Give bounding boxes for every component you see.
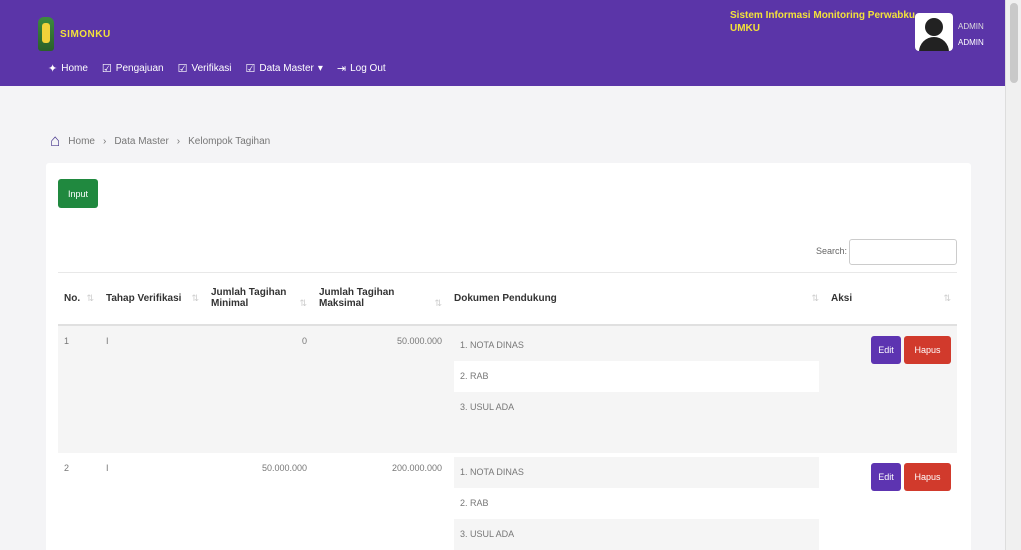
cell-no: 1: [58, 324, 100, 453]
list-item: 1. NOTA DINAS: [454, 456, 819, 488]
avatar[interactable]: [915, 13, 953, 51]
sort-icon: ⇅: [299, 298, 307, 309]
list-item: 1. NOTA DINAS: [460, 339, 524, 350]
checklist-icon: ☑: [101, 63, 112, 75]
delete-button[interactable]: Hapus: [904, 335, 951, 364]
table-header-row: No. ⇅ Tahap Verifikasi ⇅ Jumlah Tagihan Mi…: [58, 272, 957, 326]
nav-logout-label: Log Out: [350, 63, 386, 74]
sort-icon: ⇅: [86, 292, 94, 303]
nav-data-master-label: Data Master: [259, 63, 314, 74]
nav-home-label: Home: [61, 63, 88, 74]
search-label: Search:: [816, 246, 848, 256]
sort-icon: ⇅: [434, 298, 442, 309]
cell-actions: Edit Hapus: [825, 453, 957, 550]
system-title: Sistem Informasi Monitoring Perwabku UMK…: [730, 10, 916, 34]
scrollbar[interactable]: [1005, 0, 1021, 550]
column-header-max[interactable]: Jumlah Tagihan Maksimal ⇅: [313, 272, 448, 326]
main-nav: ✦ Home ☑ Pengajuan ☑ Verifikasi ☑ Data M…: [48, 62, 386, 75]
input-button[interactable]: Input: [58, 179, 98, 208]
chevron-right-icon: ›: [176, 135, 181, 147]
breadcrumb-home[interactable]: Home: [68, 136, 95, 147]
sort-icon: ⇅: [943, 292, 951, 303]
document-list: 1. NOTA DINAS 2. RAB 3. USUL ADA: [454, 330, 819, 423]
cell-max: 200.000.000: [391, 462, 442, 473]
chevron-right-icon: ›: [102, 135, 107, 147]
nav-home[interactable]: ✦ Home: [48, 62, 88, 75]
scrollbar-thumb[interactable]: [1010, 3, 1018, 83]
breadcrumb: ⌂ Home › Data Master › Kelompok Tagihan: [50, 131, 270, 151]
edit-button[interactable]: Edit: [871, 335, 901, 364]
table-row: 2 I 50.000.000 200.000.000 1. NOTA DINAS…: [58, 453, 957, 550]
cell-tahap: I: [106, 462, 109, 473]
column-header-dokumen[interactable]: Dokumen Pendukung ⇅: [448, 272, 825, 326]
home-icon: ✦: [48, 63, 58, 75]
user-role: ADMIN: [958, 38, 984, 47]
list-item: 3. USUL ADA: [460, 401, 515, 412]
logo[interactable]: SIMONKU: [38, 17, 111, 51]
checklist-icon: ☑: [245, 63, 256, 75]
column-header-min[interactable]: Jumlah Tagihan Minimal ⇅: [205, 272, 313, 326]
search-input[interactable]: [849, 239, 957, 265]
nav-pengajuan[interactable]: ☑ Pengajuan: [102, 62, 164, 75]
nav-data-master[interactable]: ☑ Data Master ▾: [246, 62, 323, 75]
cell-tahap: I: [100, 324, 205, 453]
column-header-aksi[interactable]: Aksi ⇅: [825, 272, 957, 326]
cell-no: 2: [64, 462, 70, 473]
sort-icon: ⇅: [811, 292, 819, 303]
logout-icon: ⇥: [336, 63, 347, 75]
nav-logout[interactable]: ⇥ Log Out: [337, 62, 386, 75]
nav-verifikasi[interactable]: ☑ Verifikasi: [178, 62, 232, 75]
list-item: 2. RAB: [454, 360, 819, 392]
logo-icon: [38, 17, 54, 51]
sort-icon: ⇅: [191, 292, 199, 303]
list-item: 2. RAB: [460, 497, 489, 508]
nav-verifikasi-label: Verifikasi: [191, 63, 232, 74]
content-card: Input Search: No. ⇅ Tahap Verifikasi ⇅ Jum…: [46, 163, 971, 550]
user-name: ADMIN: [958, 22, 984, 31]
caret-down-icon: ▾: [317, 63, 323, 74]
breadcrumb-current: Kelompok Tagihan: [188, 135, 271, 147]
document-list: 1. NOTA DINAS 2. RAB 3. USUL ADA: [454, 456, 819, 550]
edit-button[interactable]: Edit: [871, 462, 901, 491]
cell-min: 50.000.000: [261, 462, 307, 473]
home-icon[interactable]: ⌂: [50, 131, 60, 151]
cell-actions: Edit Hapus: [825, 324, 957, 453]
nav-pengajuan-label: Pengajuan: [115, 63, 164, 74]
cell-max: 50.000.000: [313, 324, 448, 453]
table-row: 1 I 0 50.000.000 1. NOTA DINAS 2. RAB 3.…: [58, 324, 957, 453]
cell-min: 0: [205, 324, 313, 453]
list-item: 3. USUL ADA: [454, 518, 819, 550]
brand-name: SIMONKU: [60, 28, 111, 40]
column-header-tahap[interactable]: Tahap Verifikasi ⇅: [100, 272, 205, 326]
top-header: SIMONKU ✦ Home ☑ Pengajuan ☑ Verifikasi …: [0, 0, 1005, 86]
data-table: No. ⇅ Tahap Verifikasi ⇅ Jumlah Tagihan Mi…: [58, 272, 957, 550]
delete-button[interactable]: Hapus: [904, 462, 951, 491]
column-header-no[interactable]: No. ⇅: [58, 272, 100, 326]
checklist-icon: ☑: [177, 63, 188, 75]
breadcrumb-data-master[interactable]: Data Master: [114, 136, 168, 147]
